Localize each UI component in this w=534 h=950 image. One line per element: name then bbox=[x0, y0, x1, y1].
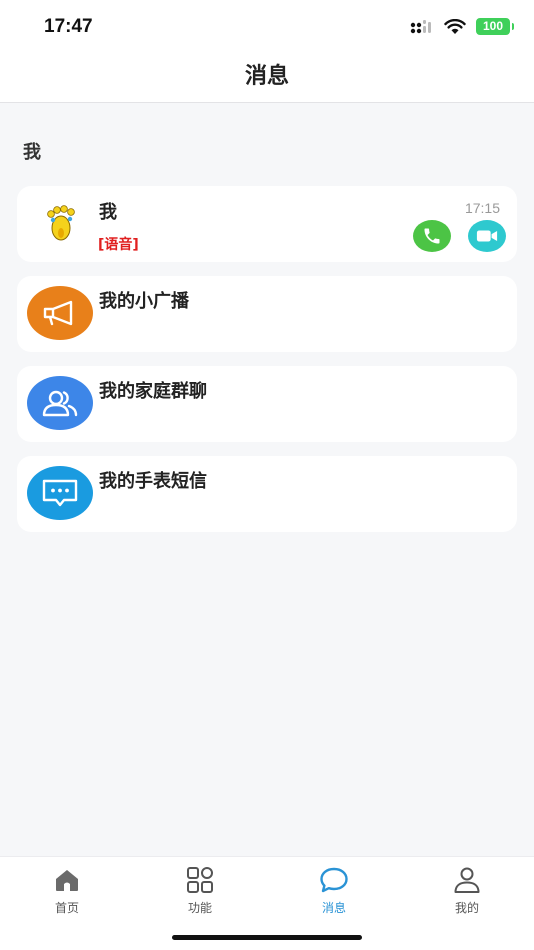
megaphone-icon bbox=[43, 300, 73, 326]
tab-functions[interactable]: 功能 bbox=[160, 865, 240, 916]
tab-home-label: 首页 bbox=[54, 901, 79, 915]
broadcast-avatar bbox=[27, 286, 93, 340]
navigation-bar: 消息 bbox=[0, 52, 534, 103]
group-icon bbox=[42, 390, 78, 417]
message-time: 17:15 bbox=[464, 200, 500, 216]
home-icon bbox=[56, 870, 78, 891]
status-bar: 17:47 100 bbox=[0, 0, 534, 52]
home-indicator[interactable] bbox=[172, 935, 362, 940]
sms-avatar bbox=[27, 466, 93, 520]
tab-home[interactable]: 首页 bbox=[27, 865, 107, 916]
profile-icon bbox=[454, 867, 480, 893]
signal-icon bbox=[410, 19, 431, 33]
family-group-title: 我的家庭群聊 bbox=[99, 381, 207, 402]
watch-sms-title: 我的手表短信 bbox=[99, 471, 207, 492]
broadcast-title: 我的小广播 bbox=[99, 291, 189, 312]
tab-profile-label: 我的 bbox=[454, 901, 479, 915]
status-time: 17:47 bbox=[44, 16, 93, 37]
battery-indicator: 100 bbox=[476, 18, 514, 35]
footprint-icon bbox=[47, 205, 75, 241]
status-icons: 100 bbox=[410, 18, 514, 35]
phone-icon bbox=[424, 228, 440, 244]
watch-sms-card[interactable]: 我的手表短信 bbox=[17, 456, 517, 532]
video-call-button[interactable] bbox=[468, 220, 506, 252]
wifi-icon bbox=[444, 18, 466, 34]
tab-profile[interactable]: 我的 bbox=[427, 865, 507, 916]
tab-functions-label: 功能 bbox=[187, 901, 212, 915]
section-label: 我 bbox=[23, 142, 41, 163]
last-message-preview: [语音] bbox=[98, 237, 139, 253]
voice-call-button[interactable] bbox=[413, 220, 451, 252]
conversation-card[interactable]: 我 17:15 [语音] bbox=[17, 186, 517, 262]
grid-icon bbox=[187, 867, 213, 893]
broadcast-card[interactable]: 我的小广播 bbox=[17, 276, 517, 352]
page-title: 消息 bbox=[244, 64, 289, 89]
contact-name: 我 bbox=[99, 202, 117, 223]
avatar bbox=[43, 204, 79, 248]
family-group-card[interactable]: 我的家庭群聊 bbox=[17, 366, 517, 442]
tab-messages[interactable]: 消息 bbox=[294, 865, 374, 916]
group-avatar bbox=[27, 376, 93, 430]
tab-messages-label: 消息 bbox=[321, 901, 346, 915]
video-camera-icon bbox=[476, 230, 498, 242]
chat-bubble-icon bbox=[42, 479, 78, 507]
message-icon bbox=[320, 867, 348, 893]
